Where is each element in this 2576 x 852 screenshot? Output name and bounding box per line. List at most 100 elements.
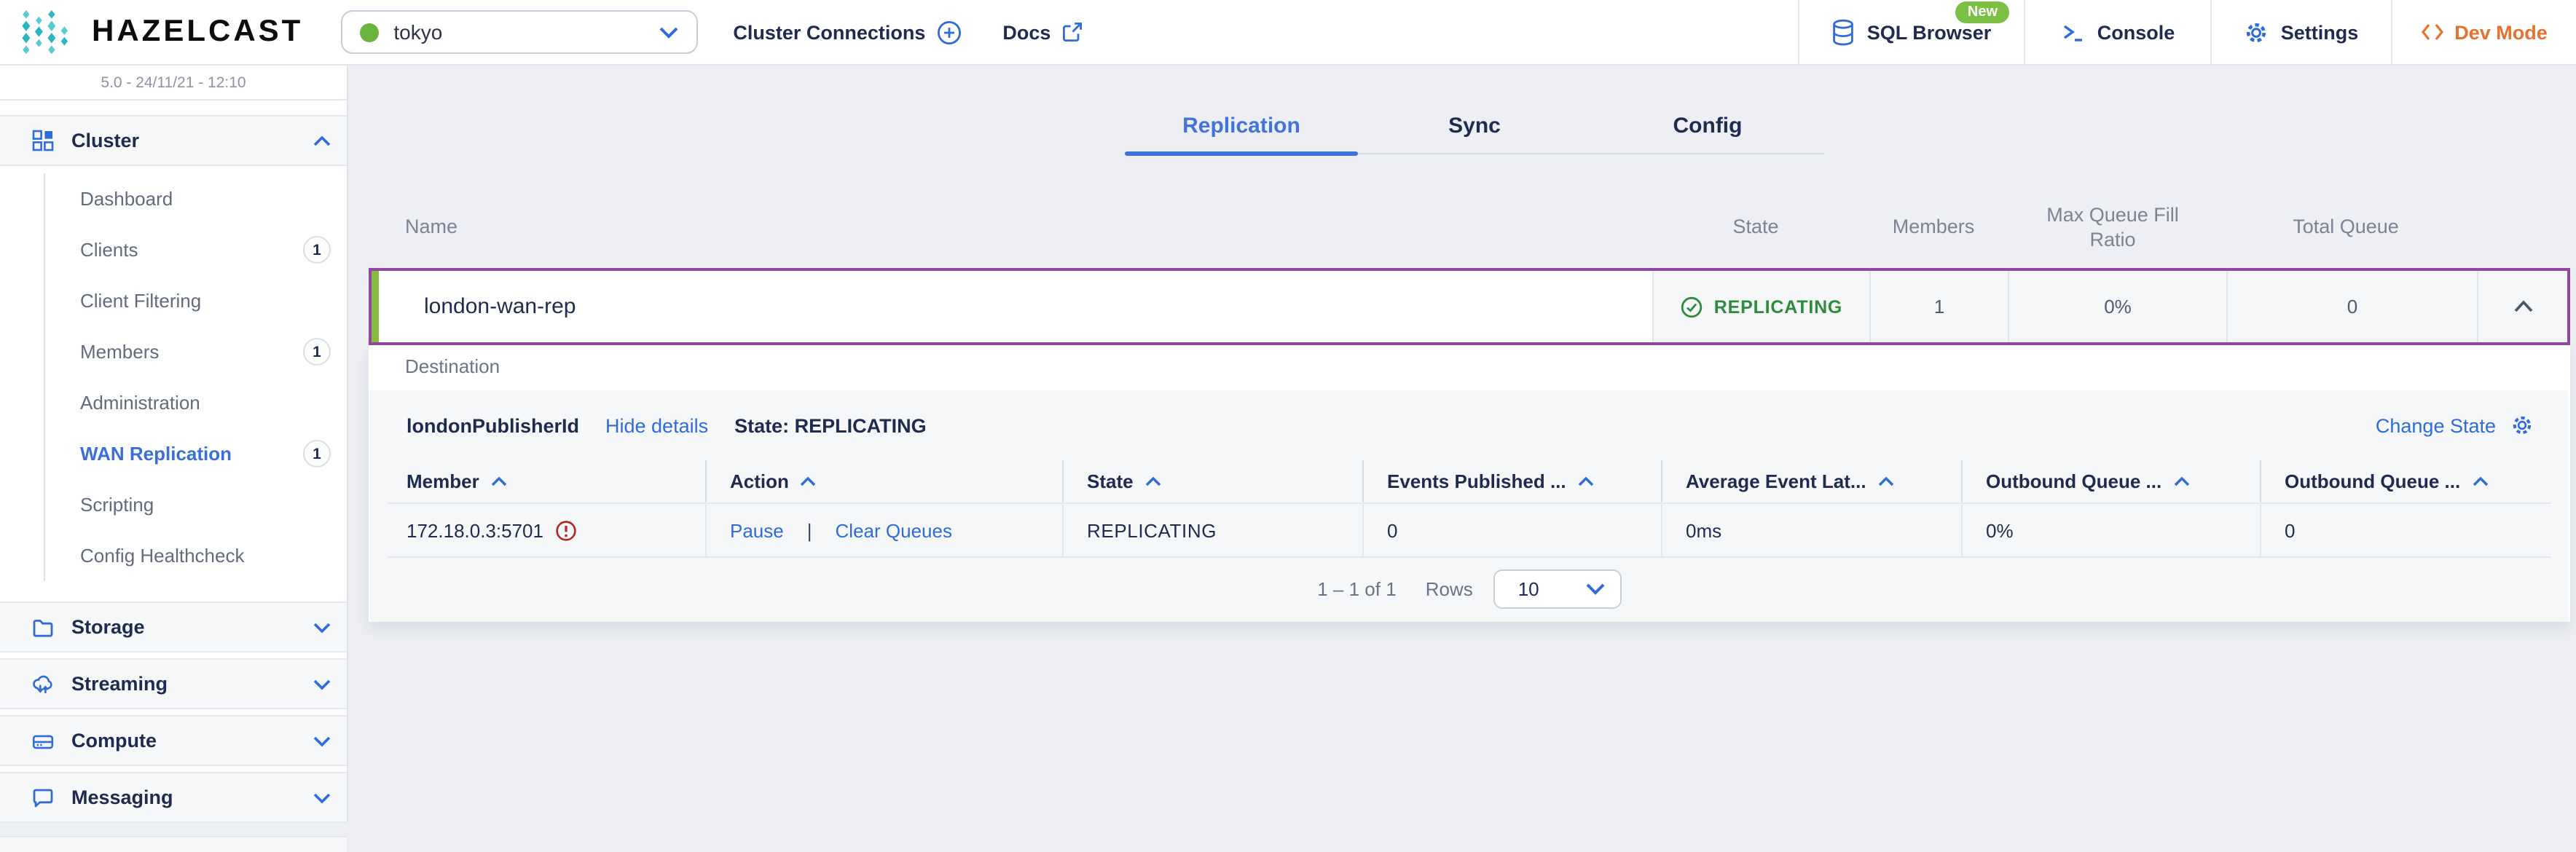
publisher-state: State: REPLICATING bbox=[734, 414, 927, 436]
active-tab-indicator bbox=[1125, 151, 1358, 156]
member-column-header[interactable]: Member bbox=[388, 460, 705, 502]
sidebar-group-streaming[interactable]: Streaming bbox=[0, 658, 347, 709]
hide-details-link[interactable]: Hide details bbox=[605, 414, 708, 436]
events-published-column-header[interactable]: Events Published ... bbox=[1362, 460, 1661, 502]
check-circle-icon bbox=[1681, 296, 1703, 317]
new-badge: New bbox=[1955, 1, 2009, 23]
pause-link[interactable]: Pause bbox=[730, 519, 784, 541]
external-link-icon bbox=[1063, 23, 1083, 42]
sidebar-group-storage[interactable]: Storage bbox=[0, 601, 347, 652]
publisher-header: londonPublisherId Hide details State: RE… bbox=[407, 406, 2534, 444]
sidebar-item-label: Members bbox=[80, 341, 160, 363]
chevron-down-icon bbox=[659, 26, 678, 38]
outbound-queue-fill-column-header[interactable]: Outbound Queue ... bbox=[1961, 460, 2260, 502]
grid-icon bbox=[32, 130, 54, 151]
gear-icon bbox=[2247, 22, 2266, 42]
brand-name: HAZELCAST bbox=[92, 15, 304, 48]
cluster-selector-value: tokyo bbox=[393, 20, 443, 44]
sidebar-group-messaging[interactable]: Messaging bbox=[0, 772, 347, 823]
tab-replication[interactable]: Replication bbox=[1125, 103, 1358, 153]
row-name-cell: london-wan-rep bbox=[424, 294, 576, 319]
sidebar-item-label: Scripting bbox=[80, 494, 154, 516]
chevron-up-icon bbox=[313, 135, 331, 146]
count-badge: 1 bbox=[303, 236, 331, 264]
chevron-down-icon bbox=[313, 622, 331, 633]
sidebar-item-clients[interactable]: Clients 1 bbox=[0, 224, 347, 275]
sidebar-item-label: Config Healthcheck bbox=[80, 545, 245, 567]
sidebar-item-scripting[interactable]: Scripting bbox=[0, 479, 347, 530]
sidebar-item-client-filtering[interactable]: Client Filtering bbox=[0, 275, 347, 326]
sidebar-group-compute-label: Compute bbox=[71, 730, 157, 752]
column-header-state: State bbox=[1732, 216, 1779, 237]
chevron-down-icon bbox=[313, 792, 331, 803]
plus-circle-icon bbox=[938, 20, 962, 44]
table-divider bbox=[388, 556, 2551, 558]
average-event-latency-column-header[interactable]: Average Event Lat... bbox=[1661, 460, 1961, 502]
chevron-down-icon bbox=[1586, 583, 1605, 594]
hazelcast-logo: HAZELCAST bbox=[16, 7, 303, 58]
header-label: State bbox=[1087, 470, 1134, 492]
rows-per-page-value: 10 bbox=[1517, 577, 1539, 599]
pagination: 1 – 1 of 1 Rows 10 bbox=[370, 562, 2569, 615]
chevron-down-icon bbox=[313, 679, 331, 690]
row-state-text: REPLICATING bbox=[1713, 296, 1843, 317]
cluster-connections-label: Cluster Connections bbox=[733, 21, 926, 43]
row-max-queue-fill-cell: 0% bbox=[2008, 271, 2226, 342]
outbound-queue-size-cell: 0 bbox=[2260, 504, 2551, 556]
gear-icon bbox=[2513, 416, 2532, 435]
sidebar-group-compute[interactable]: Compute bbox=[0, 715, 347, 766]
rows-label: Rows bbox=[1425, 577, 1473, 599]
sidebar: 5.0 - 24/11/21 - 12:10 Cluster Dashboard… bbox=[0, 66, 348, 852]
main-content: Replication Sync Config Name State Membe… bbox=[348, 66, 2576, 821]
sort-chevron-icon bbox=[2473, 476, 2488, 486]
cluster-connections-link[interactable]: Cluster Connections bbox=[733, 20, 962, 44]
column-header-members: Members bbox=[1892, 216, 1975, 237]
row-accent-strip bbox=[372, 271, 379, 342]
header-label: Outbound Queue ... bbox=[1986, 470, 2162, 492]
clear-queues-link[interactable]: Clear Queues bbox=[836, 519, 952, 541]
sidebar-item-wan-replication[interactable]: WAN Replication 1 bbox=[0, 428, 347, 479]
change-state-button[interactable]: Change State bbox=[2376, 414, 2534, 437]
action-separator: | bbox=[806, 519, 812, 541]
rows-per-page-select[interactable]: 10 bbox=[1493, 569, 1622, 608]
wan-replication-row-selected[interactable]: london-wan-rep REPLICATING 1 0% 0 bbox=[369, 268, 2570, 345]
sql-browser-button[interactable]: New SQL Browser bbox=[1798, 0, 2024, 65]
sidebar-group-messaging-label: Messaging bbox=[71, 786, 173, 808]
pagination-range: 1 – 1 of 1 bbox=[1317, 577, 1397, 599]
cluster-selector[interactable]: tokyo bbox=[341, 10, 699, 54]
column-header-total-queue: Total Queue bbox=[2293, 216, 2399, 237]
hazelcast-management-center: HAZELCAST tokyo Cluster Connections Docs… bbox=[0, 0, 2576, 852]
sidebar-group-cluster[interactable]: Cluster bbox=[0, 115, 347, 166]
warning-icon[interactable] bbox=[555, 519, 577, 541]
sidebar-item-dashboard[interactable]: Dashboard bbox=[0, 173, 347, 224]
count-badge: 1 bbox=[303, 440, 331, 468]
hazelcast-logo-icon bbox=[22, 9, 68, 54]
state-column-header[interactable]: State bbox=[1062, 460, 1362, 502]
member-table: Member Action State Events Published ...… bbox=[388, 460, 2551, 558]
chevron-down-icon bbox=[313, 735, 331, 746]
sort-chevron-icon bbox=[801, 476, 817, 486]
sort-chevron-icon bbox=[1578, 476, 1593, 486]
outbound-queue-size-column-header[interactable]: Outbound Queue ... bbox=[2260, 460, 2551, 502]
average-event-latency-cell: 0ms bbox=[1661, 504, 1961, 556]
sort-chevron-icon bbox=[491, 476, 506, 486]
sidebar-item-label: Administration bbox=[80, 392, 200, 414]
sidebar-item-label: Clients bbox=[80, 239, 138, 261]
member-table-header: Member Action State Events Published ...… bbox=[388, 460, 2551, 502]
settings-button[interactable]: Settings bbox=[2210, 0, 2391, 65]
dev-mode-label: Dev Mode bbox=[2454, 21, 2548, 43]
collapse-row-button[interactable] bbox=[2477, 271, 2567, 342]
docs-link[interactable]: Docs bbox=[1002, 21, 1083, 43]
row-state-cell: REPLICATING bbox=[1652, 271, 1869, 342]
sidebar-item-administration[interactable]: Administration bbox=[0, 377, 347, 428]
tab-sync[interactable]: Sync bbox=[1358, 103, 1591, 153]
sidebar-item-members[interactable]: Members 1 bbox=[0, 326, 347, 377]
terminal-icon bbox=[2064, 25, 2083, 42]
console-button[interactable]: Console bbox=[2024, 0, 2210, 65]
sidebar-item-config-healthcheck[interactable]: Config Healthcheck bbox=[0, 530, 347, 581]
dev-mode-button[interactable]: Dev Mode bbox=[2391, 0, 2576, 65]
tab-bar: Replication Sync Config bbox=[1125, 103, 1824, 156]
action-column-header[interactable]: Action bbox=[705, 460, 1062, 502]
tab-config[interactable]: Config bbox=[1591, 103, 1824, 153]
publisher-panel: londonPublisherId Hide details State: RE… bbox=[370, 390, 2569, 622]
